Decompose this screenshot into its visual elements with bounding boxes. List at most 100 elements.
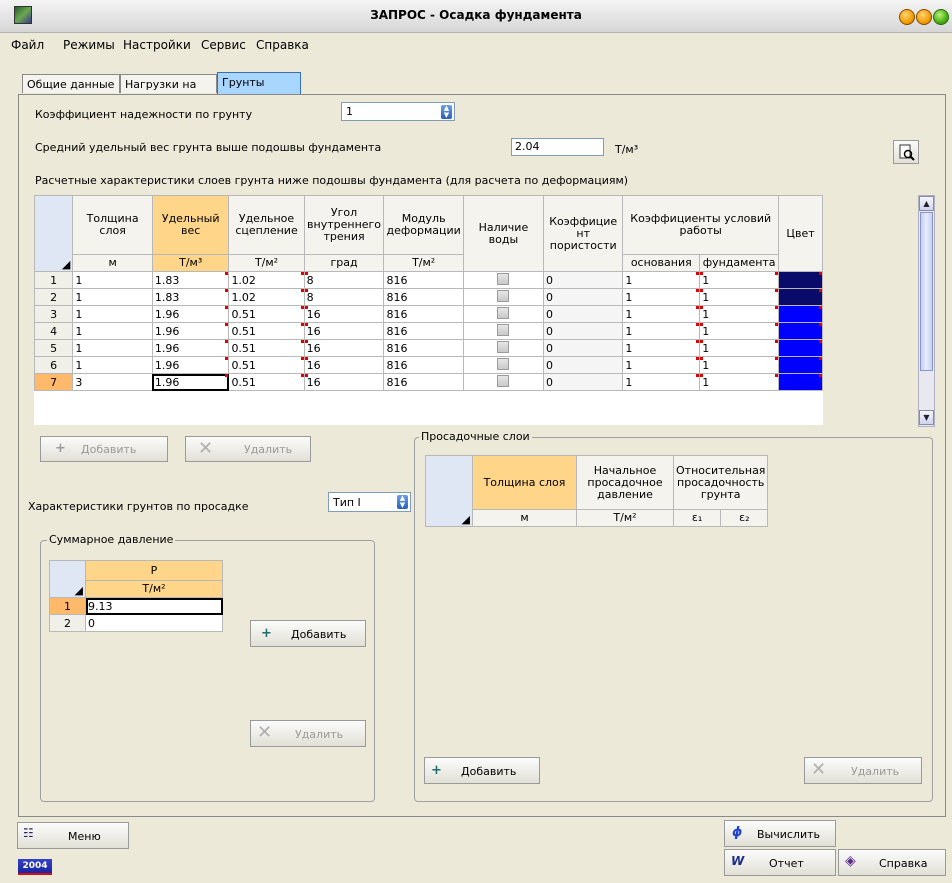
layer-row[interactable]: 6 1 1.96 0.51 16 816 0 1 1 — [34, 356, 823, 374]
modulus-cell[interactable]: 816 — [383, 322, 464, 340]
menu-settings[interactable]: Настройки — [123, 38, 191, 52]
angle-cell[interactable]: 16 — [303, 339, 385, 357]
thickness-cell[interactable]: 1 — [72, 339, 153, 357]
maximize-button[interactable] — [916, 9, 932, 25]
water-checkbox[interactable] — [462, 271, 545, 289]
scroll-thumb[interactable] — [920, 212, 933, 371]
color-cell[interactable] — [778, 339, 823, 357]
add-subsidence-layer-button[interactable]: + Добавить — [424, 757, 540, 784]
foundation-coef-cell[interactable]: 1 — [699, 271, 780, 289]
reliability-spinner[interactable]: 1 ▲ ▼ — [341, 102, 455, 121]
porosity-cell[interactable]: 0 — [543, 322, 624, 340]
preview-button[interactable] — [893, 140, 919, 164]
water-checkbox[interactable] — [462, 373, 545, 391]
checkbox-icon[interactable] — [497, 357, 510, 370]
color-cell[interactable] — [778, 322, 823, 340]
water-checkbox[interactable] — [462, 356, 545, 374]
layer-row[interactable]: 3 1 1.96 0.51 16 816 0 1 1 — [34, 305, 823, 323]
col-thickness[interactable]: Толщина слоя — [72, 195, 153, 255]
modulus-cell[interactable]: 816 — [383, 305, 464, 323]
checkbox-icon[interactable] — [497, 272, 510, 285]
delete-pressure-button[interactable]: ✕ Удалить — [250, 720, 366, 747]
foundation-coef-cell[interactable]: 1 — [699, 373, 780, 391]
menu-service[interactable]: Сервис — [201, 38, 246, 52]
color-cell[interactable] — [778, 356, 823, 374]
weight-cell[interactable]: 1.96 — [151, 305, 230, 323]
porosity-cell[interactable]: 0 — [543, 373, 624, 391]
water-checkbox[interactable] — [462, 305, 545, 323]
weight-cell[interactable]: 1.83 — [151, 288, 230, 306]
tab-general[interactable]: Общие данные — [22, 74, 120, 93]
menu-modes[interactable]: Режимы — [63, 38, 115, 52]
col-cohesion[interactable]: Удельное сцепление — [228, 195, 305, 255]
col-color[interactable]: Цвет — [778, 195, 823, 272]
cohesion-cell[interactable]: 0.51 — [228, 339, 305, 357]
angle-cell[interactable]: 16 — [303, 356, 385, 374]
base-coef-cell[interactable]: 1 — [622, 356, 701, 374]
foundation-coef-cell[interactable]: 1 — [699, 288, 780, 306]
checkbox-icon[interactable] — [497, 306, 510, 319]
col-weight[interactable]: Удельный вес — [151, 195, 230, 255]
row-number[interactable]: 1 — [34, 271, 74, 289]
col-modulus[interactable]: Модуль деформации — [383, 195, 464, 255]
row-number[interactable]: 2 — [34, 288, 74, 306]
cohesion-cell[interactable]: 0.51 — [228, 322, 305, 340]
row-number[interactable]: 6 — [34, 356, 74, 374]
row-number[interactable]: 5 — [34, 339, 74, 357]
modulus-cell[interactable]: 816 — [383, 373, 464, 391]
water-checkbox[interactable] — [462, 322, 545, 340]
layers-scrollbar[interactable]: ▲ ▼ — [918, 195, 935, 427]
col-relative-subsidence[interactable]: Относительная просадочность грунта — [672, 455, 769, 510]
thickness-cell[interactable]: 3 — [72, 373, 153, 391]
tab-soils[interactable]: Грунты — [217, 72, 301, 94]
weight-cell[interactable]: 1.96 — [151, 322, 230, 340]
foundation-coef-cell[interactable]: 1 — [699, 356, 780, 374]
angle-cell[interactable]: 16 — [303, 373, 385, 391]
foundation-coef-cell[interactable]: 1 — [699, 305, 780, 323]
minimize-button[interactable] — [899, 9, 915, 25]
angle-cell[interactable]: 16 — [303, 305, 385, 323]
pressure-cell[interactable]: 9.13 — [85, 597, 223, 615]
modulus-cell[interactable]: 816 — [383, 356, 464, 374]
row-number[interactable]: 4 — [34, 322, 74, 340]
checkbox-icon[interactable] — [497, 323, 510, 336]
row-number[interactable]: 2 — [49, 614, 86, 632]
angle-cell[interactable]: 8 — [303, 288, 385, 306]
angle-cell[interactable]: 16 — [303, 322, 385, 340]
spinner-arrows-icon[interactable]: ▲ ▼ — [397, 495, 408, 509]
thickness-cell[interactable]: 1 — [72, 356, 153, 374]
row-number[interactable]: 7 — [34, 373, 74, 391]
checkbox-icon[interactable] — [497, 289, 510, 302]
pressure-cell[interactable]: 0 — [85, 614, 223, 632]
foundation-coef-cell[interactable]: 1 — [699, 322, 780, 340]
base-coef-cell[interactable]: 1 — [622, 271, 701, 289]
color-cell[interactable] — [778, 271, 823, 289]
cohesion-cell[interactable]: 1.02 — [228, 288, 305, 306]
layers-grid[interactable]: ◢ Толщина слоя Удельный вес Удельное сце… — [34, 195, 823, 425]
menu-file[interactable]: Файл — [11, 38, 44, 52]
base-coef-cell[interactable]: 1 — [622, 373, 701, 391]
weight-cell[interactable]: 1.96 — [151, 356, 230, 374]
thickness-cell[interactable]: 1 — [72, 305, 153, 323]
col-angle[interactable]: Угол внутреннего трения — [303, 195, 385, 255]
help-button[interactable]: ◈ Справка — [838, 849, 946, 876]
porosity-cell[interactable]: 0 — [543, 339, 624, 357]
row-number[interactable]: 1 — [49, 597, 86, 615]
grid-corner[interactable]: ◢ — [425, 455, 473, 527]
cohesion-cell[interactable]: 0.51 — [228, 305, 305, 323]
calculate-button[interactable]: ϕ Вычислить — [724, 820, 836, 847]
scroll-down-icon[interactable]: ▼ — [919, 410, 934, 425]
porosity-cell[interactable]: 0 — [543, 356, 624, 374]
porosity-cell[interactable]: 0 — [543, 305, 624, 323]
add-layer-button[interactable]: + Добавить — [40, 436, 168, 462]
grid-corner[interactable]: ◢ — [34, 195, 74, 272]
cohesion-cell[interactable]: 1.02 — [228, 271, 305, 289]
thickness-cell[interactable]: 1 — [72, 271, 153, 289]
weight-cell[interactable]: 1.83 — [151, 271, 230, 289]
layer-row[interactable]: 2 1 1.83 1.02 8 816 0 1 1 — [34, 288, 823, 306]
base-coef-cell[interactable]: 1 — [622, 288, 701, 306]
checkbox-icon[interactable] — [497, 340, 510, 353]
base-coef-cell[interactable]: 1 — [622, 305, 701, 323]
report-button[interactable]: W Отчет — [724, 849, 836, 876]
layer-row[interactable]: 1 1 1.83 1.02 8 816 0 1 1 — [34, 271, 823, 289]
